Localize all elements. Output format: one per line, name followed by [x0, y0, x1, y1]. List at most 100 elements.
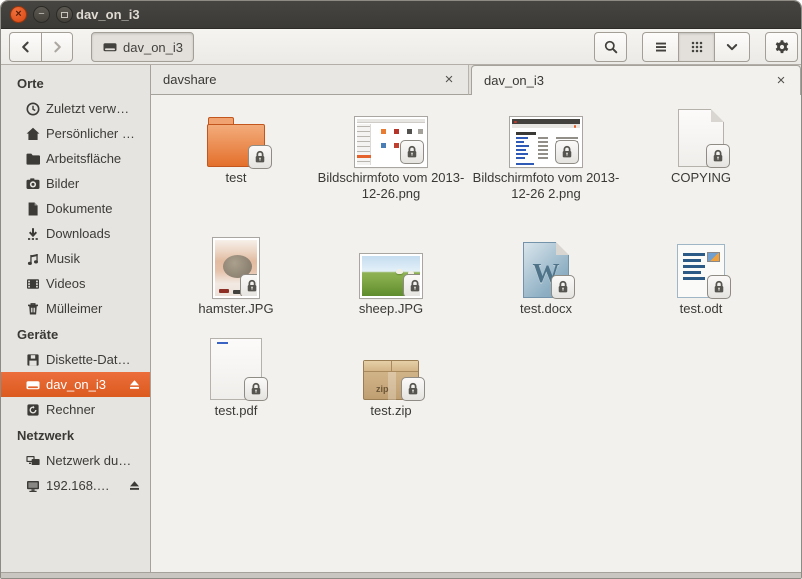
sidebar-section-header: Orte	[1, 70, 150, 96]
file-grid[interactable]: test Bildschirmfoto vom 2013-12-26.pngBil…	[151, 95, 801, 572]
harddisk-icon	[102, 39, 118, 55]
places-sidebar: Orte Zuletzt verw… Persönlicher …Arbeitsfl…	[1, 65, 151, 572]
trash-icon	[25, 301, 41, 317]
sidebar-item-videos[interactable]: Videos	[1, 271, 150, 296]
lock-emblem	[551, 275, 575, 299]
eject-icon[interactable]	[127, 377, 142, 392]
sidebar-item-arbeitsfl-che[interactable]: Arbeitsfläche	[1, 146, 150, 171]
file-item-test[interactable]: test	[161, 103, 311, 186]
network-browse-icon	[25, 453, 41, 469]
back-button[interactable]	[9, 32, 41, 62]
forward-button[interactable]	[41, 32, 73, 62]
file-item-bildschirmfoto-vom-2013-12-26-png[interactable]: Bildschirmfoto vom 2013-12-26.png	[316, 103, 466, 202]
file-item-test-zip[interactable]: ziptest.zip	[316, 336, 466, 419]
tab-label: davshare	[163, 72, 432, 87]
sidebar-item-label: Zuletzt verw…	[46, 101, 142, 116]
lock-emblem	[401, 377, 425, 401]
home-icon	[25, 126, 41, 142]
sidebar-item-label: Diskette-Dat…	[46, 352, 142, 367]
tab-label: dav_on_i3	[484, 73, 764, 88]
sidebar-item-dav-on-i3[interactable]: dav_on_i3	[1, 372, 150, 397]
maximize-button[interactable]	[56, 6, 73, 23]
floppy-icon	[25, 352, 41, 368]
file-item-test-odt[interactable]: test.odt	[626, 234, 776, 317]
folder-icon	[207, 117, 265, 167]
file-item-bildschirmfoto-vom-2013-12-26-2-png[interactable]: Bildschirmfoto vom 2013-12-26 2.png	[471, 103, 621, 202]
file-item-test-docx[interactable]: Wtest.docx	[471, 234, 621, 317]
window-resize-edge[interactable]	[1, 572, 801, 578]
sidebar-item-label: Videos	[46, 276, 142, 291]
pdf-document-icon	[210, 338, 262, 400]
sidebar-item-label: 192.168.…	[46, 478, 122, 493]
file-label: hamster.JPG	[161, 301, 311, 317]
image-thumbnail-sheep	[360, 254, 422, 298]
harddisk-icon	[25, 377, 41, 393]
zip-archive-icon: zip	[363, 360, 419, 400]
sidebar-item-zuletzt-verw[interactable]: Zuletzt verw…	[1, 96, 150, 121]
list-view-button[interactable]	[642, 32, 678, 62]
music-icon	[25, 251, 41, 267]
sidebar-item-m-lleimer[interactable]: Mülleimer	[1, 296, 150, 321]
file-icon-wrap	[316, 234, 466, 298]
sidebar-section-header: Geräte	[1, 321, 150, 347]
sidebar-item-netzwerk-du[interactable]: Netzwerk du…	[1, 448, 150, 473]
settings-button[interactable]	[765, 32, 798, 62]
file-item-copying[interactable]: COPYING	[626, 103, 776, 186]
sidebar-item-diskette-dat[interactable]: Diskette-Dat…	[1, 347, 150, 372]
tab-dav-on-i3[interactable]: dav_on_i3 ×	[471, 65, 801, 95]
desktop-folder-icon	[25, 151, 41, 167]
sidebar-item-rechner[interactable]: Rechner	[1, 397, 150, 422]
breadcrumb-label: dav_on_i3	[123, 40, 183, 55]
sidebar-item-downloads[interactable]: Downloads	[1, 221, 150, 246]
location-breadcrumb-button[interactable]: dav_on_i3	[91, 32, 194, 62]
sidebar-item-label: Rechner	[46, 402, 142, 417]
lock-emblem	[403, 274, 422, 298]
toolbar: dav_on_i3	[1, 29, 801, 65]
view-options-button[interactable]	[714, 32, 750, 62]
grid-view-button[interactable]	[678, 32, 714, 62]
grid-view-icon	[689, 39, 705, 55]
download-icon	[25, 226, 41, 242]
computer-icon	[25, 402, 41, 418]
minimize-button[interactable]: −	[33, 6, 50, 23]
file-icon-wrap	[316, 103, 466, 167]
file-label: test	[161, 170, 311, 186]
tab-davshare[interactable]: davshare ×	[151, 65, 469, 95]
sidebar-item-musik[interactable]: Musik	[1, 246, 150, 271]
word-document-icon: W	[523, 242, 569, 298]
file-item-sheep-jpg[interactable]: sheep.JPG	[316, 234, 466, 317]
file-label: Bildschirmfoto vom 2013-12-26.png	[316, 170, 466, 202]
sidebar-item-bilder[interactable]: Bilder	[1, 171, 150, 196]
file-label: Bildschirmfoto vom 2013-12-26 2.png	[471, 170, 621, 202]
file-icon-wrap	[626, 103, 776, 167]
chevron-right-icon	[49, 39, 65, 55]
close-icon[interactable]: ×	[774, 73, 788, 88]
tab-bar: davshare × dav_on_i3 ×	[151, 65, 801, 95]
file-item-test-pdf[interactable]: test.pdf	[161, 336, 311, 419]
file-icon-wrap: W	[471, 234, 621, 298]
sidebar-item-192-168[interactable]: 192.168.…	[1, 473, 150, 498]
sidebar-item-dokumente[interactable]: Dokumente	[1, 196, 150, 221]
file-icon-wrap	[161, 103, 311, 167]
image-thumbnail-browser	[510, 117, 582, 167]
eject-icon[interactable]	[127, 478, 142, 493]
lock-emblem	[400, 140, 424, 164]
close-button[interactable]: ×	[10, 6, 27, 23]
titlebar[interactable]: × − dav_on_i3	[1, 1, 801, 29]
sidebar-item-pers-nlicher[interactable]: Persönlicher …	[1, 121, 150, 146]
view-toggle-group	[642, 32, 750, 62]
chevron-left-icon	[18, 39, 34, 55]
close-icon: ×	[15, 9, 21, 20]
lock-emblem	[707, 275, 731, 299]
maximize-icon	[61, 12, 68, 18]
camera-icon	[25, 176, 41, 192]
search-button[interactable]	[594, 32, 627, 62]
sidebar-item-label: Netzwerk du…	[46, 453, 142, 468]
document-icon	[25, 201, 41, 217]
image-thumbnail-hamster	[213, 238, 259, 298]
file-icon-wrap	[161, 336, 311, 400]
sidebar-item-label: dav_on_i3	[46, 377, 122, 392]
close-icon[interactable]: ×	[442, 72, 456, 87]
file-label: test.docx	[471, 301, 621, 317]
file-item-hamster-jpg[interactable]: hamster.JPG	[161, 234, 311, 317]
